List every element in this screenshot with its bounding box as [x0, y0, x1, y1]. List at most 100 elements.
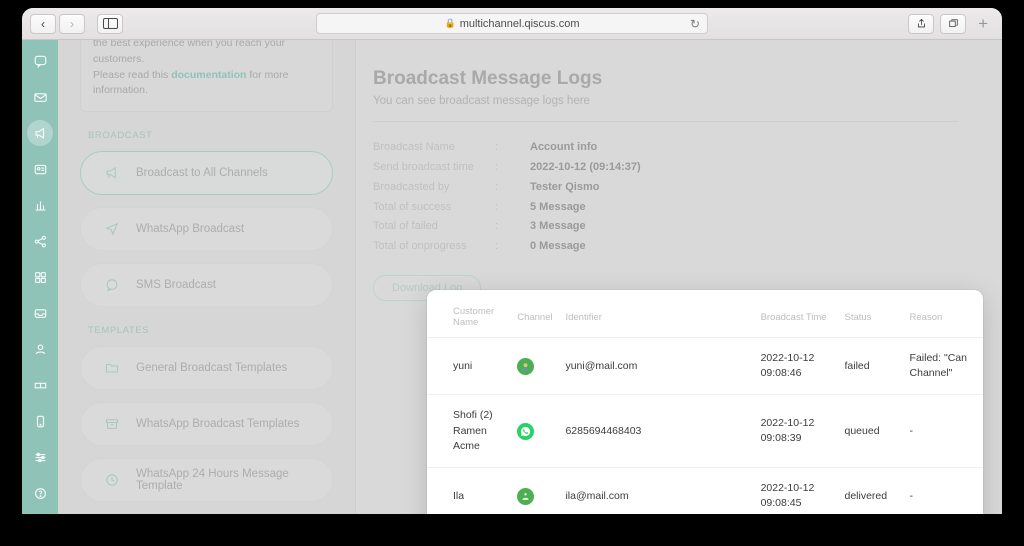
info-notice: the best experience when you reach your … [80, 40, 333, 112]
notice-line-1: the best experience when you reach your … [93, 40, 320, 68]
qiscus-icon [517, 488, 534, 505]
summary-key: Broadcast Name [373, 140, 495, 155]
tabs-icon [948, 18, 959, 29]
documentation-link[interactable]: documentation [171, 69, 246, 81]
page-subtitle: You can see broadcast message logs here [373, 95, 1002, 107]
broadcast-log-modal: Customer Name Channel Identifier Broadca… [427, 290, 983, 514]
integration-icon[interactable] [27, 228, 53, 254]
megaphone-icon [103, 165, 120, 182]
section-label-templates: TEMPLATES [88, 325, 333, 336]
clock-icon [103, 472, 120, 489]
analytics-icon[interactable] [27, 192, 53, 218]
back-button[interactable]: ‹ [30, 14, 56, 34]
table-row[interactable]: yuni yuni@mail.com 2022-10-12 09:08:46 f… [427, 338, 983, 395]
summary-separator: : [495, 160, 530, 175]
qiscus-glyph [520, 491, 531, 502]
column-header-customer-name: Customer Name [427, 290, 517, 338]
summary-value: 3 Message [530, 219, 586, 234]
cell-customer-name: Ila [427, 468, 517, 514]
summary-row: Total of success : 5 Message [373, 200, 1002, 215]
sidebar-toggle-button[interactable] [97, 14, 123, 34]
nav-item-label: SMS Broadcast [136, 279, 216, 291]
notice-line-2: Please read this documentation for more … [93, 68, 320, 100]
ticket-icon[interactable] [27, 372, 53, 398]
nav-item-label: WhatsApp Broadcast [136, 223, 244, 235]
cell-customer-name: Shofi (2) Ramen Acme [427, 395, 517, 468]
share-icon [916, 18, 927, 29]
send-icon [103, 221, 120, 238]
whatsapp-icon [517, 423, 534, 440]
forward-button[interactable]: › [59, 14, 85, 34]
address-bar[interactable]: 🔒 multichannel.qiscus.com ↻ [316, 13, 708, 34]
contact-card-icon[interactable] [27, 156, 53, 182]
summary-separator: : [495, 239, 530, 254]
summary-value: Account info [530, 140, 597, 155]
column-header-broadcast-time: Broadcast Time [761, 290, 845, 338]
table-body: yuni yuni@mail.com 2022-10-12 09:08:46 f… [427, 338, 983, 515]
browser-toolbar: ‹ › 🔒 multichannel.qiscus.com ↻ + [22, 8, 1002, 40]
summary-key: Total of success [373, 200, 495, 215]
chat-icon[interactable] [27, 48, 53, 74]
cell-status: queued [845, 395, 910, 468]
cell-status: delivered [845, 468, 910, 514]
nav-buttons: ‹ › [30, 14, 85, 34]
cell-broadcast-time: 2022-10-12 09:08:45 [761, 468, 845, 514]
new-tab-button[interactable]: + [972, 14, 994, 34]
summary-row: Total of onprogress : 0 Message [373, 239, 1002, 254]
notice-text-before: Please read this [93, 69, 171, 81]
nav-item-broadcast-all-channels[interactable]: Broadcast to All Channels [80, 151, 333, 195]
column-header-reason: Reason [910, 290, 983, 338]
cell-channel [517, 338, 565, 395]
nav-item-whatsapp-broadcast[interactable]: WhatsApp Broadcast [80, 207, 333, 251]
nav-item-label: WhatsApp Broadcast Templates [136, 418, 299, 430]
summary-key: Broadcasted by [373, 180, 495, 195]
nav-item-label: WhatsApp 24 Hours Message Template [136, 468, 332, 492]
tabs-button[interactable] [940, 14, 966, 34]
app-icon-rail [22, 40, 58, 514]
cell-broadcast-time: 2022-10-12 09:08:46 [761, 338, 845, 395]
summary-key: Send broadcast time [373, 160, 495, 175]
column-header-status: Status [845, 290, 910, 338]
table-row[interactable]: Shofi (2) Ramen Acme 6285694468403 2022-… [427, 395, 983, 468]
sidebar-icon [103, 18, 118, 29]
lock-icon: 🔒 [444, 18, 455, 29]
mobile-icon[interactable] [27, 408, 53, 434]
reload-icon[interactable]: ↻ [690, 17, 700, 31]
table-row[interactable]: Ila ila@mail.com 2022-10-12 09:08:45 del… [427, 468, 983, 514]
settings-sliders-icon[interactable] [27, 444, 53, 470]
summary-value: 0 Message [530, 239, 586, 254]
inbox-icon[interactable] [27, 300, 53, 326]
chat-bubble-icon [103, 277, 120, 294]
section-label-broadcast: BROADCAST [88, 130, 333, 141]
summary-separator: : [495, 180, 530, 195]
cell-status: failed [845, 338, 910, 395]
nav-item-general-broadcast-templates[interactable]: General Broadcast Templates [80, 346, 333, 390]
column-header-identifier: Identifier [565, 290, 760, 338]
megaphone-icon[interactable] [27, 120, 53, 146]
nav-item-sms-broadcast[interactable]: SMS Broadcast [80, 263, 333, 307]
screen: ‹ › 🔒 multichannel.qiscus.com ↻ + [0, 0, 1024, 546]
broadcast-nav-panel: the best experience when you reach your … [58, 40, 356, 514]
summary-value: 5 Message [530, 200, 586, 215]
column-header-channel: Channel [517, 290, 565, 338]
apps-icon[interactable] [27, 264, 53, 290]
broadcast-summary: Broadcast Name : Account info Send broad… [373, 140, 1002, 254]
table-header-row: Customer Name Channel Identifier Broadca… [427, 290, 983, 338]
nav-item-whatsapp-broadcast-templates[interactable]: WhatsApp Broadcast Templates [80, 402, 333, 446]
summary-row: Total of failed : 3 Message [373, 219, 1002, 234]
help-icon[interactable] [27, 480, 53, 506]
share-button[interactable] [908, 14, 934, 34]
cell-reason: Failed: "Can Channel" [910, 338, 983, 395]
summary-value: Tester Qismo [530, 180, 600, 195]
page-viewport: the best experience when you reach your … [22, 40, 1002, 514]
nav-item-whatsapp-24-hours-message-template[interactable]: WhatsApp 24 Hours Message Template [80, 458, 333, 502]
cell-identifier: yuni@mail.com [565, 338, 760, 395]
summary-separator: : [495, 140, 530, 155]
user-icon[interactable] [27, 336, 53, 362]
cell-channel [517, 395, 565, 468]
table-header: Customer Name Channel Identifier Broadca… [427, 290, 983, 338]
nav-item-label: General Broadcast Templates [136, 362, 287, 374]
mail-icon[interactable] [27, 84, 53, 110]
cell-customer-name: yuni [427, 338, 517, 395]
broadcast-log-table: Customer Name Channel Identifier Broadca… [427, 290, 983, 514]
